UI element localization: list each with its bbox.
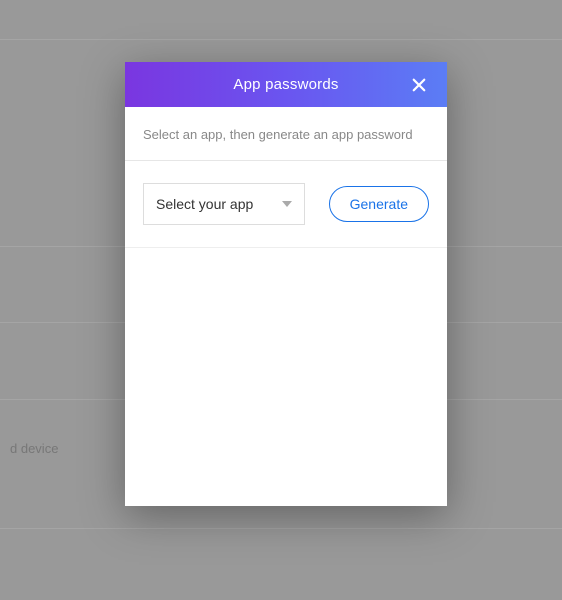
modal-body: Select your app Generate: [125, 161, 447, 248]
modal-subtitle: Select an app, then generate an app pass…: [125, 107, 447, 161]
close-icon: [410, 76, 428, 94]
chevron-down-icon: [282, 201, 292, 207]
app-passwords-modal: App passwords Select an app, then genera…: [125, 62, 447, 506]
modal-header: App passwords: [125, 62, 447, 107]
modal-title: App passwords: [233, 76, 338, 93]
generate-button[interactable]: Generate: [329, 186, 429, 222]
select-app-label: Select your app: [156, 196, 253, 212]
generate-button-label: Generate: [350, 196, 408, 212]
select-app-dropdown[interactable]: Select your app: [143, 183, 305, 225]
background-text: d device: [10, 441, 58, 456]
modal-spacer: [125, 248, 447, 506]
close-button[interactable]: [399, 62, 439, 107]
